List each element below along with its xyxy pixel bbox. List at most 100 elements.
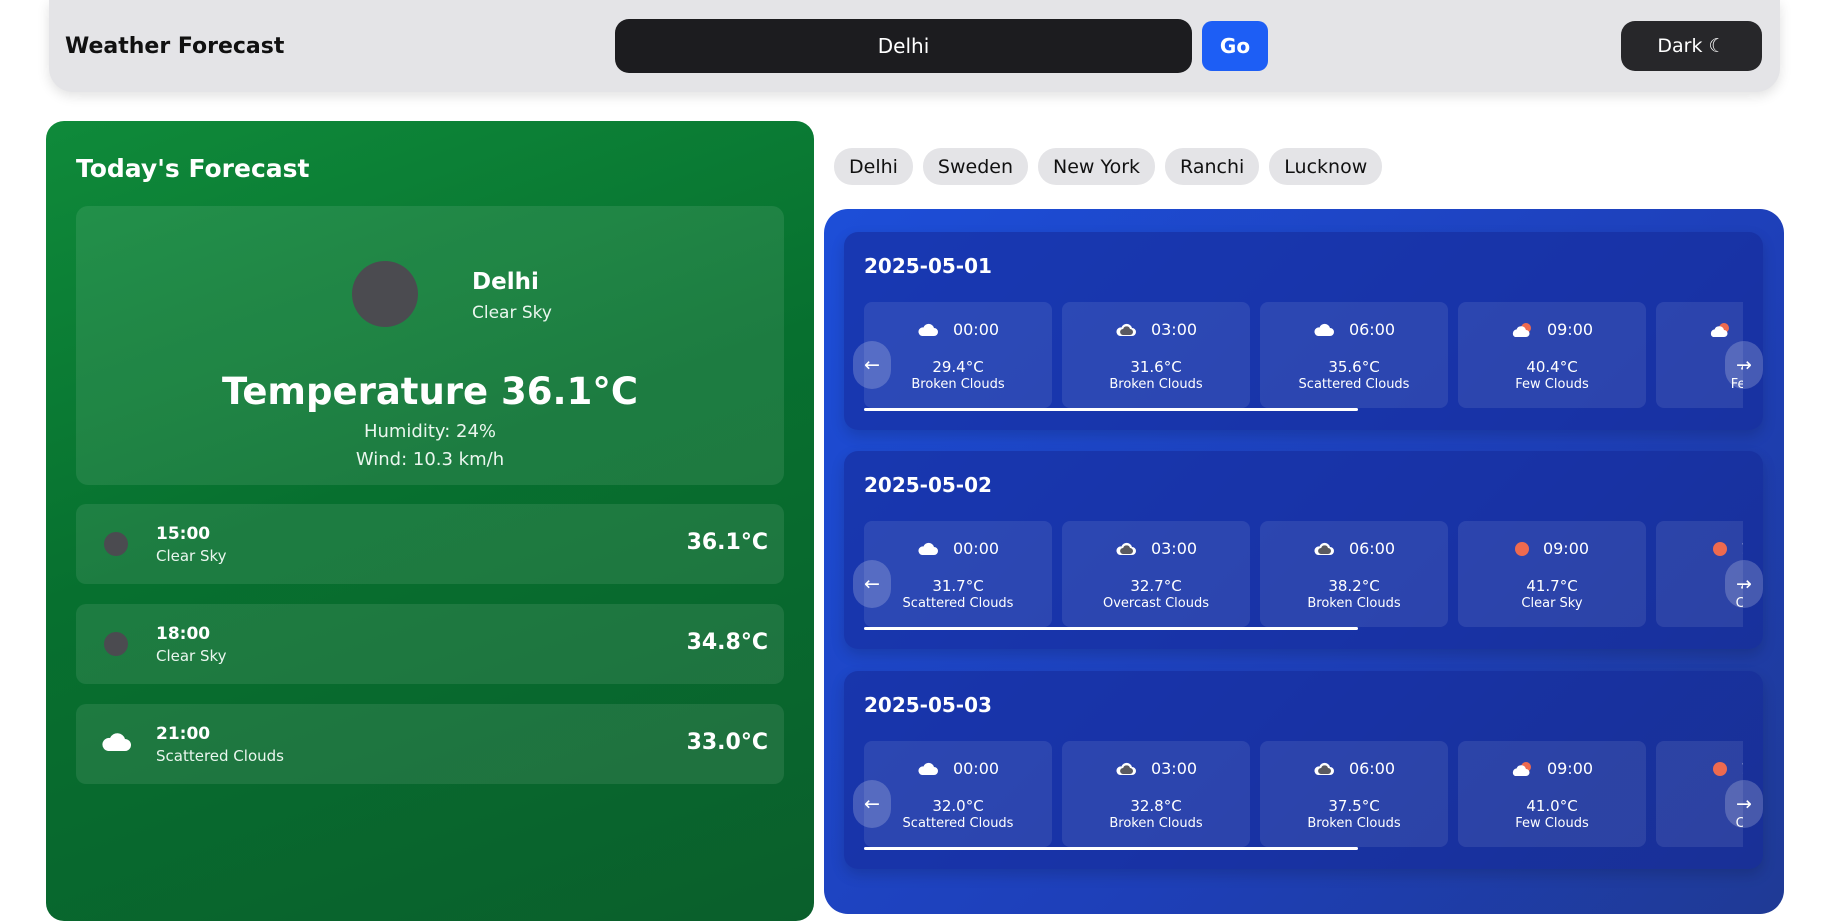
day-forecast-card: 2025-05-03 00:00 32.0°C Scattered Clouds 03… <box>844 671 1763 869</box>
day-forecast-card: 2025-05-01 00:00 29.4°C Broken Clouds 03:00… <box>844 232 1763 430</box>
slot-condition: Few Clouds <box>1515 377 1589 392</box>
sun-cloud-icon <box>1511 322 1533 338</box>
hourly-row: 18:00 Clear Sky 34.8°C <box>76 604 784 684</box>
slot-header: 03:00 <box>1062 539 1250 558</box>
cloud-icon <box>917 541 939 557</box>
horizontal-scrollbar[interactable] <box>864 847 1358 850</box>
hourly-temperature: 33.0°C <box>686 730 768 755</box>
cloud-night-icon <box>1115 541 1137 557</box>
slot-header: 00:00 <box>864 539 1052 558</box>
horizontal-scrollbar[interactable] <box>864 408 1358 411</box>
cloud-icon <box>102 733 131 751</box>
scroll-right-button[interactable]: → <box>1725 341 1763 389</box>
city-search-input[interactable] <box>615 19 1192 73</box>
scroll-right-button[interactable]: → <box>1725 560 1763 608</box>
hourly-forecast-slot: 09:00 40.4°C Few Clouds <box>1458 302 1646 408</box>
cloud-night-icon <box>1115 322 1137 338</box>
app-header: Weather Forecast Go Dark ☾ <box>49 0 1780 92</box>
cloud-icon <box>917 761 939 777</box>
slot-time: 03:00 <box>1150 759 1198 778</box>
current-humidity: Humidity: 24% <box>363 421 497 442</box>
city-chip[interactable]: Sweden <box>922 148 1029 185</box>
slot-temperature: 31.6°C <box>1130 358 1182 376</box>
slot-temperature: 38.2°C <box>1328 577 1380 595</box>
slot-header: 03:00 <box>1062 759 1250 778</box>
slot-time: 12:00 <box>1741 539 1743 558</box>
slot-temperature: 41.0°C <box>1526 797 1578 815</box>
cloud-icon <box>1313 322 1335 338</box>
slot-header: 09:00 <box>1458 539 1646 558</box>
app-title: Weather Forecast <box>65 34 285 59</box>
hourly-forecast-slot: 00:00 31.7°C Scattered Clouds <box>864 521 1052 627</box>
slot-header: 06:00 <box>1260 320 1448 339</box>
scroll-left-button[interactable]: ← <box>853 560 891 608</box>
hourly-row: 15:00 Clear Sky 36.1°C <box>76 504 784 584</box>
sun-icon <box>1514 541 1529 556</box>
horizontal-scrollbar[interactable] <box>864 627 1358 630</box>
hourly-slot-scroller[interactable]: 00:00 29.4°C Broken Clouds 03:00 31.6°C Broke… <box>864 302 1743 408</box>
slot-header: 12:00 <box>1656 320 1743 339</box>
slot-temperature: 32.8°C <box>1130 797 1182 815</box>
scroll-left-button[interactable]: ← <box>853 780 891 828</box>
hourly-forecast-slot: 03:00 32.7°C Overcast Clouds <box>1062 521 1250 627</box>
go-button[interactable]: Go <box>1202 21 1268 71</box>
slot-header: 12:00 <box>1656 759 1743 778</box>
slot-time: 06:00 <box>1348 759 1396 778</box>
todays-forecast-heading: Today's Forecast <box>76 154 310 183</box>
slot-header: 12:00 <box>1656 539 1743 558</box>
slot-header: 06:00 <box>1260 539 1448 558</box>
slot-temperature: 31.7°C <box>932 577 984 595</box>
slot-header: 09:00 <box>1458 759 1646 778</box>
slot-time: 09:00 <box>1546 320 1594 339</box>
slot-time: 00:00 <box>952 759 1000 778</box>
scroll-left-button[interactable]: ← <box>853 341 891 389</box>
city-chip[interactable]: New York <box>1038 148 1156 185</box>
hourly-forecast-slot: 06:00 35.6°C Scattered Clouds <box>1260 302 1448 408</box>
hourly-condition: Scattered Clouds <box>156 747 284 765</box>
slot-time: 09:00 <box>1542 539 1590 558</box>
slot-condition: Scattered Clouds <box>902 596 1014 611</box>
slot-header: 00:00 <box>864 759 1052 778</box>
cloud-night-icon <box>1313 541 1335 557</box>
slot-time: 06:00 <box>1348 320 1396 339</box>
sun-cloud-icon <box>1709 322 1731 338</box>
hourly-time: 18:00 <box>156 624 211 644</box>
city-chip[interactable]: Lucknow <box>1269 148 1383 185</box>
hourly-forecast-slot: 09:00 41.7°C Clear Sky <box>1458 521 1646 627</box>
slot-condition: Scattered Clouds <box>902 816 1014 831</box>
theme-toggle-button[interactable]: Dark ☾ <box>1621 21 1762 71</box>
weather-condition-icon <box>352 261 418 327</box>
slot-temperature: 32.0°C <box>932 797 984 815</box>
hourly-forecast-slot: 00:00 29.4°C Broken Clouds <box>864 302 1052 408</box>
slot-time: 03:00 <box>1150 320 1198 339</box>
hourly-forecast-slot: 09:00 41.0°C Few Clouds <box>1458 741 1646 847</box>
slot-header: 09:00 <box>1458 320 1646 339</box>
current-weather-card: Delhi Clear Sky Temperature 36.1°C Humid… <box>76 206 784 485</box>
current-temperature: Temperature 36.1°C <box>222 370 638 413</box>
scroll-right-button[interactable]: → <box>1725 780 1763 828</box>
city-chip[interactable]: Delhi <box>834 148 913 185</box>
hourly-time: 21:00 <box>156 724 211 744</box>
hourly-temperature: 34.8°C <box>686 630 768 655</box>
forecast-date: 2025-05-01 <box>864 254 992 278</box>
slot-header: 06:00 <box>1260 759 1448 778</box>
hourly-forecast-slot: 03:00 31.6°C Broken Clouds <box>1062 302 1250 408</box>
sun-icon <box>1712 761 1727 776</box>
current-city-name: Delhi <box>472 269 539 295</box>
city-chip[interactable]: Ranchi <box>1165 148 1260 185</box>
hourly-slot-scroller[interactable]: 00:00 31.7°C Scattered Clouds 03:00 32.7°C Ov… <box>864 521 1743 627</box>
forecast-date: 2025-05-03 <box>864 693 992 717</box>
slot-temperature: 41.7°C <box>1526 577 1578 595</box>
slot-time: 00:00 <box>952 320 1000 339</box>
hourly-slot-scroller[interactable]: 00:00 32.0°C Scattered Clouds 03:00 32.8°C Br… <box>864 741 1743 847</box>
current-wind: Wind: 10.3 km/h <box>355 449 505 470</box>
hourly-condition: Clear Sky <box>156 647 227 665</box>
sun-icon <box>1712 541 1727 556</box>
cloud-night-icon <box>1115 761 1137 777</box>
recent-cities: Delhi Sweden New York Ranchi Lucknow <box>834 148 1383 185</box>
slot-header: 00:00 <box>864 320 1052 339</box>
slot-condition: Broken Clouds <box>1307 596 1401 611</box>
cloud-night-icon <box>1313 761 1335 777</box>
hourly-temperature: 36.1°C <box>686 530 768 555</box>
slot-condition: Broken Clouds <box>1109 377 1203 392</box>
